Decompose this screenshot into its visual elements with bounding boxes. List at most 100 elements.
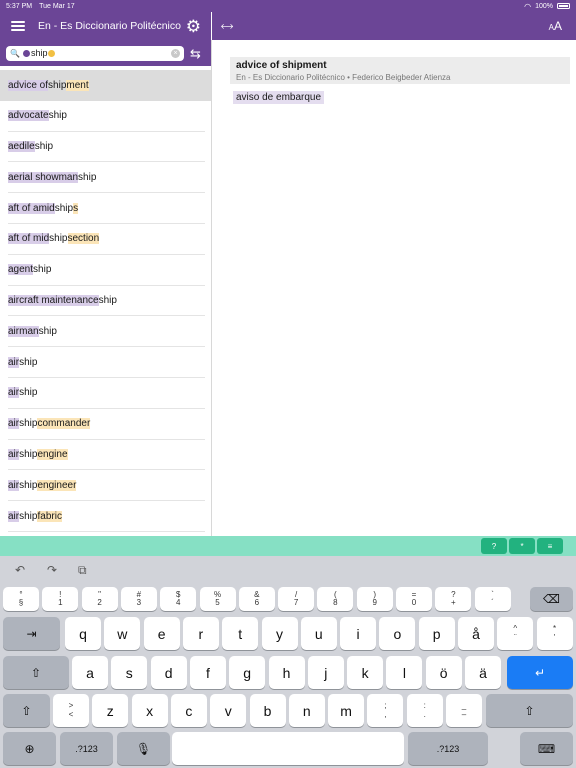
key[interactable]: " 2	[81, 587, 118, 611]
key[interactable]: n	[288, 694, 325, 727]
shift-left-key[interactable]: ⇧	[3, 694, 50, 727]
result-text-segment: advice of	[8, 79, 49, 91]
key[interactable]: ) 9	[356, 587, 393, 611]
hide-keyboard-key[interactable]: ⌨	[520, 732, 573, 765]
result-item[interactable]: advocate ship	[8, 101, 205, 132]
key[interactable]: ? +	[435, 587, 472, 611]
gear-icon[interactable]: ⚙	[186, 18, 201, 35]
result-item[interactable]: agent ship	[8, 255, 205, 286]
result-item[interactable]: air ship	[8, 347, 205, 378]
undo-icon[interactable]: ↶	[15, 563, 25, 577]
key[interactable]: _ –	[446, 694, 482, 727]
key[interactable]: y	[261, 617, 298, 650]
key[interactable]: q	[65, 617, 101, 650]
key[interactable]: ! 1	[42, 587, 79, 611]
key[interactable]: å	[458, 617, 494, 650]
key-label: k	[361, 664, 369, 681]
key[interactable]: > <	[53, 694, 89, 727]
key[interactable]: c	[170, 694, 207, 727]
wildcard-question-button[interactable]: ?	[481, 538, 507, 554]
paste-icon[interactable]: ⧉	[78, 563, 87, 578]
key[interactable]: h	[268, 656, 305, 689]
key[interactable]: b	[249, 694, 286, 727]
key[interactable]: d	[150, 656, 187, 689]
fulltext-search-button[interactable]: ≡	[537, 538, 563, 554]
delete-key[interactable]: ⌫	[530, 587, 573, 611]
entry-translation[interactable]: aviso de embarque	[233, 91, 325, 104]
dictation-key[interactable]: 🎙	[117, 732, 170, 765]
key[interactable]: ;,	[367, 694, 404, 727]
search-input[interactable]: 🔍 ship ×	[6, 45, 184, 61]
key[interactable]: g	[229, 656, 266, 689]
key[interactable]: #3	[120, 587, 157, 611]
key[interactable]: * '	[536, 617, 573, 650]
key[interactable]: r	[182, 617, 219, 650]
result-item[interactable]: air ship	[8, 378, 205, 409]
key[interactable]: l	[386, 656, 423, 689]
caps-lock-key[interactable]: ⇧	[3, 656, 69, 689]
key[interactable]: p	[418, 617, 455, 650]
swap-languages-icon[interactable]: ⇆	[190, 47, 201, 60]
key[interactable]: w	[104, 617, 141, 650]
key[interactable]: /7	[278, 587, 315, 611]
return-key[interactable]: ↵	[507, 656, 573, 689]
keyboard-shortcuts-bar: ↶ ↷ ⧉	[0, 556, 576, 584]
shift-right-key[interactable]: ⇧	[486, 694, 573, 727]
key[interactable]: k	[347, 656, 384, 689]
space-key[interactable]	[172, 732, 404, 765]
font-size-icon[interactable]: AA	[549, 19, 562, 33]
key[interactable]: ° §	[3, 587, 39, 611]
result-item[interactable]: air ship engine	[8, 440, 205, 471]
key[interactable]: ö	[425, 656, 462, 689]
key[interactable]: u	[300, 617, 337, 650]
tab-key[interactable]: ⇥	[3, 617, 60, 650]
key[interactable]: % 5	[199, 587, 236, 611]
app-title: En - Es Diccionario Politécnico	[38, 20, 181, 32]
key[interactable]: a	[72, 656, 108, 689]
key-label-bottom: .	[423, 709, 426, 719]
key[interactable]: x	[131, 694, 168, 727]
result-item[interactable]: aft of mid ship section	[8, 224, 205, 255]
result-item[interactable]: air ship commander	[8, 409, 205, 440]
key[interactable]: v	[210, 694, 247, 727]
key[interactable]: j	[307, 656, 344, 689]
key[interactable]: ^ ¨	[497, 617, 534, 650]
key[interactable]: $4	[160, 587, 197, 611]
numbers-left-key[interactable]: .?123	[60, 732, 113, 765]
clear-search-icon[interactable]: ×	[171, 48, 180, 58]
key[interactable]: :.	[406, 694, 443, 727]
redo-icon[interactable]: ↷	[47, 563, 57, 577]
key[interactable]: o	[379, 617, 416, 650]
key[interactable]: & 6	[238, 587, 275, 611]
key[interactable]: e	[143, 617, 180, 650]
result-text-segment: ship	[49, 233, 68, 245]
key[interactable]: ä	[465, 656, 501, 689]
numbers-right-key[interactable]: .?123	[408, 732, 488, 765]
wildcard-star-button[interactable]: *	[509, 538, 535, 554]
result-item[interactable]: air ship engineer	[8, 470, 205, 502]
result-item[interactable]: aft of amid ship s	[8, 193, 205, 224]
result-item[interactable]: aedile ship	[8, 132, 205, 163]
key[interactable]: t	[222, 617, 259, 650]
key[interactable]: z	[92, 694, 129, 727]
key[interactable]: m	[328, 694, 365, 727]
result-item[interactable]: advice of ship ment	[0, 70, 211, 101]
key[interactable]: = 0	[396, 587, 432, 611]
result-item[interactable]: air ship fabric	[8, 501, 205, 532]
key-label: & 6	[254, 590, 259, 608]
entry-title: advice of shipment	[236, 60, 327, 71]
key-label: l	[402, 664, 406, 681]
globe-key[interactable]: ⊕	[3, 732, 56, 765]
key[interactable]: s	[111, 656, 148, 689]
key[interactable]: ` ´	[474, 587, 511, 611]
key[interactable]: f	[189, 656, 226, 689]
keyboard: ↶ ↷ ⧉ ° § ! 1 " 2 #3 $4 % 5 & 6/7 (8) 9 = 0 ? + ` ´ ⌫ ⇥ q w e r t y…	[0, 556, 576, 768]
key[interactable]: i	[340, 617, 377, 650]
result-item[interactable]: airman ship	[8, 316, 205, 348]
key[interactable]: (8	[317, 587, 354, 611]
menu-icon[interactable]	[11, 21, 25, 31]
result-text-segment: ship	[34, 140, 54, 152]
result-item[interactable]: aerial showman ship	[8, 162, 205, 194]
result-item[interactable]: aircraft maintenance ship	[8, 286, 205, 317]
expand-icon[interactable]: ⤢	[218, 17, 236, 34]
